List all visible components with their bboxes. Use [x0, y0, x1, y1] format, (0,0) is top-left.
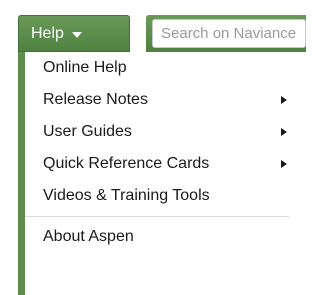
menu-item-label: Release Notes	[43, 91, 148, 108]
submenu-arrow-icon	[281, 96, 287, 104]
menu-item-user-guides[interactable]: User Guides	[25, 116, 289, 148]
menu-divider	[25, 216, 289, 217]
search-input[interactable]	[152, 19, 306, 48]
submenu-arrow-icon	[281, 128, 287, 136]
help-dropdown-menu: Online Help Release Notes User Guides Qu…	[18, 52, 289, 295]
caret-down-icon	[71, 31, 82, 38]
menu-item-label: Quick Reference Cards	[43, 155, 210, 172]
submenu-arrow-icon	[281, 160, 287, 168]
search-container	[146, 15, 306, 52]
menu-item-label: Videos & Training Tools	[43, 187, 210, 204]
menu-item-label: About Aspen	[43, 228, 134, 245]
menu-item-quick-reference-cards[interactable]: Quick Reference Cards	[25, 148, 289, 180]
menu-item-about-aspen[interactable]: About Aspen	[25, 221, 289, 253]
menu-item-release-notes[interactable]: Release Notes	[25, 84, 289, 116]
help-menu-button[interactable]: Help	[18, 15, 130, 52]
menu-item-label: Online Help	[43, 59, 127, 76]
help-button-label: Help	[31, 24, 64, 42]
menu-item-videos-training-tools[interactable]: Videos & Training Tools	[25, 180, 289, 212]
menu-item-label: User Guides	[43, 123, 132, 140]
menu-item-online-help[interactable]: Online Help	[25, 52, 289, 84]
